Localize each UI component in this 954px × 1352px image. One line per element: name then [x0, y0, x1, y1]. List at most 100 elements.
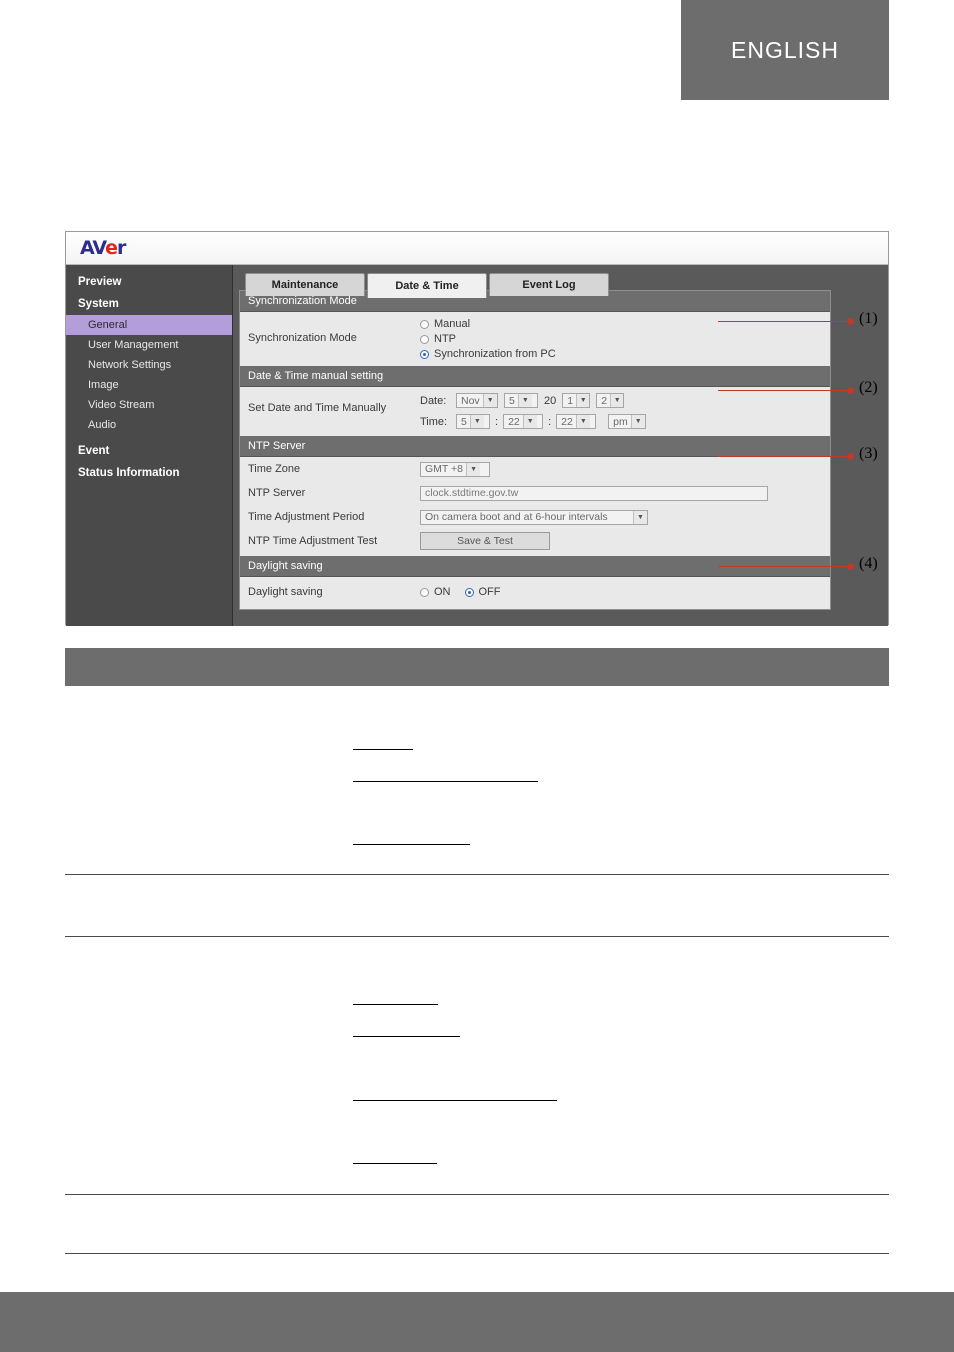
radio-icon-selected[interactable]	[464, 587, 474, 597]
radio-icon[interactable]	[420, 319, 429, 329]
time-hour-select[interactable]: 5 ▼	[456, 414, 490, 429]
radio-label: Manual	[434, 318, 471, 330]
radio-option-on[interactable]: ON	[420, 586, 451, 598]
text-underline-3	[353, 844, 470, 845]
radio-icon-selected[interactable]	[420, 349, 429, 359]
radio-option-ntp[interactable]: NTP	[420, 333, 556, 345]
tab-label: Date & Time	[395, 280, 459, 292]
sidebar-item-network-settings[interactable]: Network Settings	[66, 355, 232, 375]
text-underline-4	[353, 1004, 438, 1005]
chevron-down-icon: ▼	[522, 415, 537, 428]
callout-label: (3)	[859, 445, 878, 462]
row-label: Time Zone	[248, 463, 301, 475]
sidebar-item-label: Audio	[88, 419, 117, 431]
chevron-down-icon: ▼	[482, 394, 497, 407]
section-header-label: Synchronization Mode	[248, 295, 357, 307]
tab-event-log[interactable]: Event Log	[489, 273, 609, 296]
content-area: Maintenance Date & Time Event Log Synchr…	[233, 265, 888, 626]
tab-maintenance[interactable]: Maintenance	[245, 273, 365, 296]
row-ntp-time-adjustment-test: NTP Time Adjustment Test Save & Test	[240, 529, 830, 556]
select-value: 5	[461, 415, 467, 428]
text-underline-6	[353, 1100, 557, 1101]
select-value: On camera boot and at 6-hour intervals	[425, 511, 608, 523]
time-field-row: Time: 5 ▼ : 22 ▼ : 22 ▼ pm ▼	[420, 414, 647, 429]
date-month-select[interactable]: Nov ▼	[456, 393, 498, 408]
time-colon-1: :	[495, 415, 499, 428]
date-year-digit1-select[interactable]: 1 ▼	[562, 393, 591, 408]
row-label: Daylight saving	[248, 586, 323, 598]
callout-leader-4	[718, 566, 850, 567]
sidebar-item-event[interactable]: Event	[66, 435, 232, 462]
synchronization-mode-radio-group: Manual NTP Synchronization from PC	[420, 318, 556, 360]
time-colon-2: :	[548, 415, 552, 428]
chevron-down-icon: ▼	[466, 462, 481, 476]
logo-e: e	[105, 237, 118, 259]
save-and-test-button[interactable]: Save & Test	[420, 532, 550, 550]
sidebar-item-audio[interactable]: Audio	[66, 415, 232, 435]
time-adjustment-period-select[interactable]: On camera boot and at 6-hour intervals ▼	[420, 509, 648, 525]
logo-r: r	[116, 237, 126, 259]
chevron-down-icon: ▼	[630, 415, 645, 428]
date-day-select[interactable]: 5 ▼	[504, 393, 538, 408]
year-prefix-label: 20	[544, 394, 557, 407]
callout-3: (3)	[859, 445, 878, 463]
chevron-down-icon: ▼	[469, 415, 484, 428]
tab-bar: Maintenance Date & Time Event Log	[233, 265, 888, 298]
sidebar-item-label: Preview	[78, 276, 122, 288]
tab-date-and-time[interactable]: Date & Time	[367, 273, 487, 298]
time-ampm-select[interactable]: pm ▼	[608, 414, 647, 429]
chevron-down-icon: ▼	[517, 394, 532, 407]
text-underline-1	[353, 749, 413, 750]
radio-icon[interactable]	[420, 334, 429, 344]
sidebar-item-general[interactable]: General	[66, 315, 232, 335]
sidebar-item-video-stream[interactable]: Video Stream	[66, 395, 232, 415]
callout-leader-1	[718, 321, 850, 322]
sidebar-item-image[interactable]: Image	[66, 375, 232, 395]
radio-option-off[interactable]: OFF	[464, 586, 501, 598]
date-year-digit2-select[interactable]: 2 ▼	[596, 393, 625, 408]
sidebar-item-label: User Management	[88, 339, 179, 351]
sidebar-item-label: Status Information	[78, 467, 180, 479]
callout-label: (4)	[859, 555, 878, 572]
callout-dot-3	[847, 453, 854, 460]
row-set-date-time-manually: Set Date and Time Manually Date: Nov ▼ 5	[240, 387, 830, 436]
sidebar-item-user-management[interactable]: User Management	[66, 335, 232, 355]
row-ntp-server: NTP Server clock.stdtime.gov.tw	[240, 481, 830, 505]
ntp-server-input[interactable]: clock.stdtime.gov.tw	[420, 485, 768, 501]
time-zone-select[interactable]: GMT +8 ▼	[420, 461, 490, 477]
callout-2: (2)	[859, 379, 878, 397]
sidebar-item-label: System	[78, 298, 119, 310]
row-label: Set Date and Time Manually	[248, 402, 387, 414]
radio-icon[interactable]	[420, 587, 429, 597]
row-label: NTP Time Adjustment Test	[248, 535, 378, 547]
input-value: clock.stdtime.gov.tw	[425, 487, 519, 499]
select-value: 1	[567, 394, 574, 407]
callout-leader-2	[718, 390, 850, 391]
sidebar-item-label: General	[88, 319, 128, 331]
button-label: Save & Test	[457, 535, 513, 547]
section-header-label: NTP Server	[248, 440, 306, 452]
radio-label: Synchronization from PC	[434, 348, 556, 360]
aver-logo: AVer	[80, 237, 126, 259]
select-value: pm	[613, 415, 628, 428]
callout-label: (2)	[859, 379, 878, 396]
sidebar-item-system[interactable]: System	[66, 293, 232, 315]
manual-fields: Date: Nov ▼ 5 ▼ 20 1 ▼ 2 ▼ Time: 5 ▼: 2…	[420, 393, 647, 429]
section-header-manual-setting: Date & Time manual setting	[240, 366, 830, 387]
row-time-zone: Time Zone GMT +8 ▼	[240, 457, 830, 481]
radio-option-manual[interactable]: Manual	[420, 318, 556, 330]
section-banner	[65, 648, 889, 686]
sidebar-item-label: Video Stream	[88, 399, 155, 411]
logo-v: V	[92, 237, 106, 259]
time-second-select[interactable]: 22 ▼	[556, 414, 597, 429]
sidebar-item-status-information[interactable]: Status Information	[66, 462, 232, 484]
callout-dot-2	[847, 387, 854, 394]
section-header-ntp-server: NTP Server	[240, 436, 830, 457]
time-minute-select[interactable]: 22 ▼	[503, 414, 544, 429]
chevron-down-icon: ▼	[610, 394, 624, 407]
callout-leader-3	[718, 456, 850, 457]
radio-option-synchronization-from-pc[interactable]: Synchronization from PC	[420, 348, 556, 360]
select-value: 2	[601, 394, 608, 407]
sidebar-item-preview[interactable]: Preview	[66, 271, 232, 293]
row-label: Synchronization Mode	[248, 332, 357, 344]
